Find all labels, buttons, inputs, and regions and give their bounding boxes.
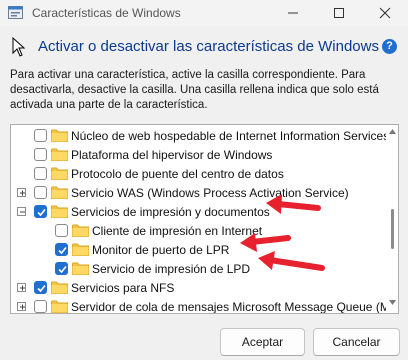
cancel-button[interactable]: Cancelar [313,328,400,356]
maximize-button[interactable] [316,0,362,26]
checkbox[interactable] [55,243,68,256]
tree-item-label: Protocolo de puente del centro de datos [71,167,284,181]
features-tree[interactable]: Núcleo de web hospedable de Internet Inf… [10,124,399,314]
close-icon [379,7,391,19]
tree-item-label: Servicios para NFS [71,281,175,295]
scroll-down-icon[interactable] [389,300,396,305]
checkbox[interactable] [34,148,47,161]
checkbox[interactable] [55,224,68,237]
expand-icon[interactable] [17,188,26,197]
folder-icon [51,148,68,161]
folder-icon [51,129,68,142]
mouse-cursor-icon [12,37,26,57]
tree-item-label: Plataforma del hipervisor de Windows [71,148,273,162]
vertical-scrollbar[interactable] [386,125,398,313]
checkbox[interactable] [34,300,47,313]
expand-icon[interactable] [17,283,26,292]
checkbox[interactable] [34,205,47,218]
minimize-icon [288,12,298,14]
folder-icon [72,243,89,256]
description-text: Para activar una característica, active … [10,69,379,111]
folder-icon [51,167,68,180]
tree-item[interactable]: Servicios para NFS [11,278,386,298]
tree-item[interactable]: Servidor de cola de mensajes Microsoft M… [11,297,398,313]
tree-item[interactable]: Protocolo de puente del centro de datos [11,164,386,184]
close-button[interactable] [362,0,408,26]
scroll-up-icon[interactable] [389,129,396,134]
page-heading: Activar o desactivar las características… [38,38,379,55]
tree-item-label: Cliente de impresión en Internet [92,224,263,238]
maximize-icon [334,8,344,18]
folder-icon [51,300,68,313]
checkmark-icon [37,284,46,293]
checkbox[interactable] [34,186,47,199]
folder-icon [51,186,68,199]
folder-icon [51,205,68,218]
collapse-icon[interactable] [17,207,26,216]
checkmark-icon [58,265,67,274]
tree-item-label: Núcleo de web hospedable de Internet Inf… [71,129,390,143]
heading-row: Activar o desactivar las características… [0,35,408,57]
folder-icon [51,281,68,294]
checkbox[interactable] [55,262,68,275]
tree-item-label: Servicio WAS (Windows Process Activation… [71,186,349,200]
title-bar: Características de Windows [0,0,408,26]
tree-item[interactable]: Servicios de impresión y documentos [11,202,386,222]
checkbox[interactable] [34,129,47,142]
tree-item-label: Servicio de impresión de LPD [92,262,251,276]
checkmark-icon [37,208,46,217]
expand-icon[interactable] [17,302,26,311]
tree-item[interactable]: Plataforma del hipervisor de Windows [11,145,386,165]
tree-item[interactable]: Monitor de puerto de LPR [11,240,386,260]
folder-icon [72,224,89,237]
tree-item[interactable]: Cliente de impresión en Internet [11,221,386,241]
tree-item-label: Servicios de impresión y documentos [71,205,270,219]
tree-item-label: Monitor de puerto de LPR [92,243,230,257]
minimize-button[interactable] [270,0,316,26]
window-title: Características de Windows [32,6,181,20]
windows-features-icon [8,6,23,19]
tree-item[interactable]: Núcleo de web hospedable de Internet Inf… [11,126,390,146]
scrollbar-thumb[interactable] [391,209,394,249]
checkbox[interactable] [34,281,47,294]
ok-button[interactable]: Aceptar [220,328,305,356]
tree-item[interactable]: Servicio WAS (Windows Process Activation… [11,183,386,203]
checkbox[interactable] [34,167,47,180]
tree-item-label: Servidor de cola de mensajes Microsoft M… [71,300,398,314]
tree-item[interactable]: Servicio de impresión de LPD [11,259,386,279]
folder-icon [72,262,89,275]
checkmark-icon [58,246,67,255]
help-icon[interactable]: ? [382,39,397,54]
